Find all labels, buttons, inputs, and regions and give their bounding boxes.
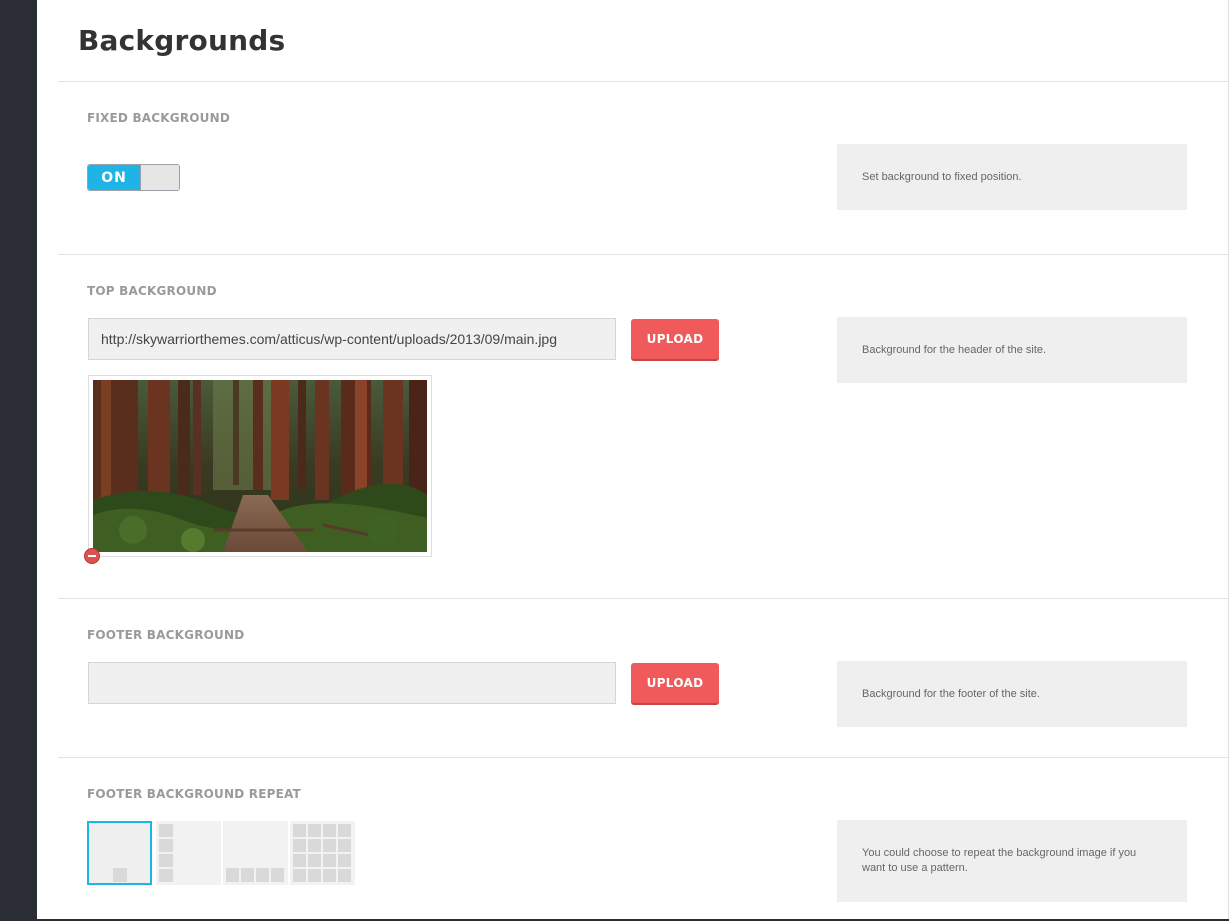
fixed-background-description: Set background to fixed position. [837, 144, 1187, 210]
repeat-y-tile [159, 854, 173, 867]
top-background-preview [88, 375, 432, 557]
divider [58, 254, 1228, 255]
footer-background-upload-button[interactable]: UPLOAD [631, 663, 719, 703]
forest-image [93, 380, 427, 552]
divider [58, 757, 1228, 758]
top-background-url-input[interactable] [88, 318, 616, 360]
repeat-y-tile [159, 869, 173, 882]
divider [58, 81, 1228, 82]
top-background-upload-button[interactable]: UPLOAD [631, 319, 719, 359]
footer-background-repeat-description: You could choose to repeat the backgroun… [837, 820, 1187, 902]
repeat-x-tile [241, 868, 254, 882]
repeat-x-tile [271, 868, 284, 882]
repeat-y-tile [159, 839, 173, 852]
toggle-on-label: ON [88, 165, 140, 190]
footer-background-repeat-label: FOOTER BACKGROUND REPEAT [87, 787, 301, 801]
page-title: Backgrounds [78, 24, 286, 57]
repeat-option-repeat-x[interactable] [223, 821, 288, 885]
fixed-background-label: FIXED BACKGROUND [87, 111, 231, 125]
repeat-grid-icon [293, 824, 351, 882]
repeat-y-icon [159, 824, 173, 837]
repeat-option-no-repeat[interactable] [87, 821, 152, 885]
repeat-x-tile [256, 868, 269, 882]
remove-icon[interactable] [84, 548, 100, 564]
repeat-option-repeat[interactable] [290, 821, 355, 885]
top-background-description: Background for the header of the site. [837, 317, 1187, 383]
divider [58, 598, 1228, 599]
no-repeat-icon [113, 868, 127, 882]
fixed-background-toggle[interactable]: ON [87, 164, 180, 191]
footer-background-url-input[interactable] [88, 662, 616, 704]
toggle-off-handle [140, 165, 179, 190]
repeat-option-repeat-y[interactable] [156, 821, 221, 885]
footer-background-description: Background for the footer of the site. [837, 661, 1187, 727]
top-background-label: TOP BACKGROUND [87, 284, 217, 298]
admin-sidebar [0, 0, 37, 921]
footer-background-label: FOOTER BACKGROUND [87, 628, 245, 642]
repeat-x-icon [226, 868, 239, 882]
